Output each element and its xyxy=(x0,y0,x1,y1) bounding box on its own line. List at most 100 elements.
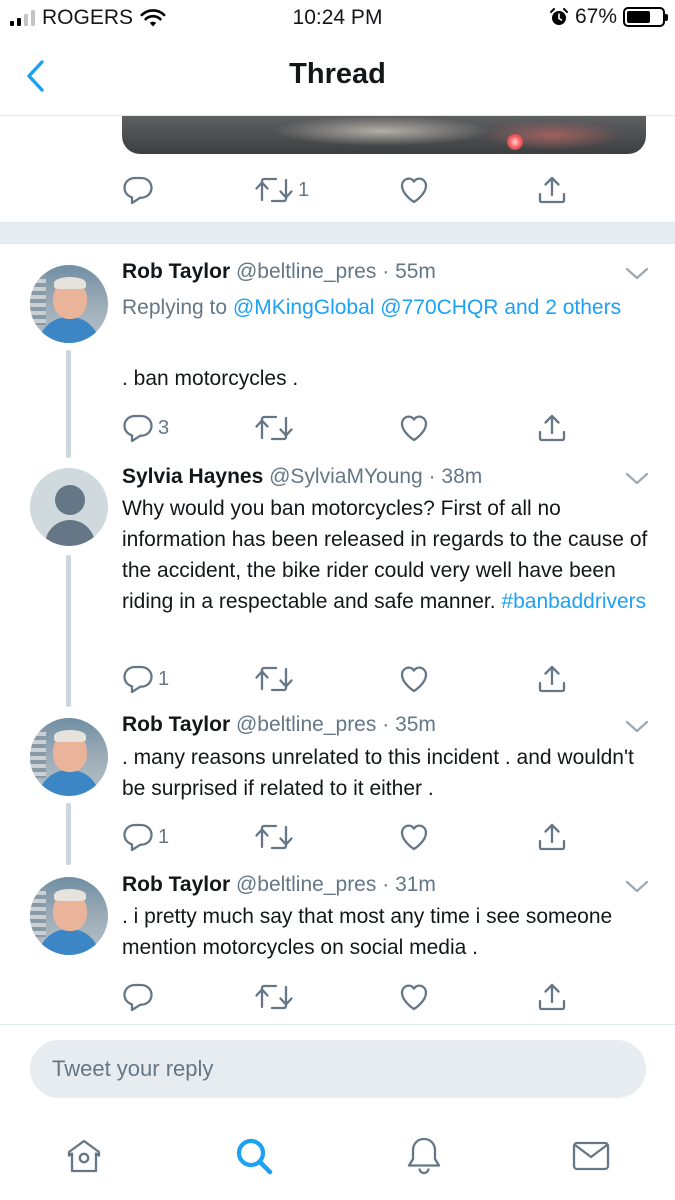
tweet-media-image[interactable] xyxy=(122,116,646,154)
share-icon xyxy=(536,663,568,695)
status-bar: ROGERS 10:24 PM 67% xyxy=(0,0,675,36)
author-handle: @SylviaMYoung xyxy=(269,465,423,488)
tweet-actions: 3 xyxy=(122,410,582,446)
tweet-time: 31m xyxy=(395,873,436,896)
tab-home[interactable] xyxy=(62,1134,106,1178)
reply-button[interactable] xyxy=(122,172,154,208)
share-button[interactable] xyxy=(536,819,568,855)
tweet-text: . ban motorcycles . xyxy=(122,367,299,390)
author-name[interactable]: Sylvia Haynes xyxy=(122,465,263,488)
tweet-header: Rob Taylor @beltline_pres · 35m xyxy=(122,713,436,737)
reply-button[interactable] xyxy=(122,979,154,1015)
battery-fill xyxy=(627,11,650,23)
reply-input[interactable] xyxy=(30,1040,646,1098)
tweet-time: 55m xyxy=(395,260,436,283)
retweet-button[interactable] xyxy=(254,410,294,446)
like-button[interactable] xyxy=(398,661,430,697)
share-icon xyxy=(536,174,568,206)
reply-button[interactable]: 1 xyxy=(122,661,169,697)
share-button[interactable] xyxy=(536,979,568,1015)
reply-icon xyxy=(122,821,154,853)
time-separator: · xyxy=(382,260,390,283)
retweet-icon xyxy=(254,663,294,695)
author-name[interactable]: Rob Taylor xyxy=(122,873,230,896)
author-handle: @beltline_pres xyxy=(235,260,377,283)
thread-connector xyxy=(66,803,71,865)
retweet-button[interactable] xyxy=(254,661,294,697)
tweet-actions: 1 xyxy=(122,661,582,697)
tab-notifications[interactable] xyxy=(402,1134,446,1178)
page-title: Thread xyxy=(289,58,386,90)
thread-connector xyxy=(66,555,71,707)
alarm-icon xyxy=(549,8,568,25)
home-icon xyxy=(67,1139,101,1173)
replying-to-label: Replying to xyxy=(122,296,233,319)
avatar[interactable] xyxy=(30,718,108,796)
reply-button[interactable]: 1 xyxy=(122,819,169,855)
tab-messages[interactable] xyxy=(569,1134,613,1178)
reply-compose-box[interactable] xyxy=(30,1040,646,1098)
share-button[interactable] xyxy=(536,410,568,446)
like-button[interactable] xyxy=(398,979,430,1015)
notifications-icon xyxy=(407,1137,441,1175)
author-handle: @beltline_pres xyxy=(235,713,377,736)
tweet-actions xyxy=(122,979,582,1015)
tweet-actions: 1 xyxy=(122,819,582,855)
author-name[interactable]: Rob Taylor xyxy=(122,260,230,283)
retweet-icon xyxy=(254,412,294,444)
retweet-button[interactable] xyxy=(254,979,294,1015)
tweet-time: 35m xyxy=(395,713,436,736)
reply-others-link[interactable]: and 2 others xyxy=(498,296,621,319)
like-icon xyxy=(398,821,430,853)
tweet-header: Sylvia Haynes @SylviaMYoung · 38m xyxy=(122,465,482,489)
chevron-down-icon[interactable] xyxy=(625,266,649,282)
like-icon xyxy=(398,412,430,444)
parent-tweet-actions: 1 xyxy=(122,172,582,208)
retweet-icon xyxy=(254,821,294,853)
messages-icon xyxy=(572,1141,610,1171)
share-button[interactable] xyxy=(536,172,568,208)
author-handle: @beltline_pres xyxy=(235,873,377,896)
chevron-down-icon[interactable] xyxy=(625,879,649,895)
search-icon xyxy=(236,1138,273,1175)
hashtag-link[interactable]: #banbaddrivers xyxy=(501,590,646,613)
author-name[interactable]: Rob Taylor xyxy=(122,713,230,736)
time-separator: · xyxy=(382,713,390,736)
tab-search[interactable] xyxy=(232,1134,276,1178)
reply-icon xyxy=(122,663,154,695)
tweet-text: . many reasons unrelated to this inciden… xyxy=(122,746,634,800)
retweet-button[interactable]: 1 xyxy=(254,172,309,208)
compose-divider xyxy=(0,1024,675,1025)
reply-mentions[interactable]: @MKingGlobal @770CHQR xyxy=(233,296,499,319)
chevron-down-icon[interactable] xyxy=(625,719,649,735)
share-icon xyxy=(536,821,568,853)
retweet-icon xyxy=(254,174,294,206)
avatar[interactable] xyxy=(30,877,108,955)
chevron-down-icon[interactable] xyxy=(625,471,649,487)
tweet-text: . i pretty much say that most any time i… xyxy=(122,905,613,959)
like-button[interactable] xyxy=(398,172,430,208)
tab-bar xyxy=(0,1110,675,1200)
battery-icon xyxy=(623,7,668,27)
retweet-count: 1 xyxy=(298,178,310,201)
reply-count: 1 xyxy=(158,667,170,690)
tweet-header: Rob Taylor @beltline_pres · 55m xyxy=(122,260,436,284)
reply-button[interactable]: 3 xyxy=(122,410,169,446)
nav-header: Thread xyxy=(0,36,675,116)
reply-count: 1 xyxy=(158,825,170,848)
reply-count: 3 xyxy=(158,416,170,439)
like-button[interactable] xyxy=(398,410,430,446)
tweet-time: 38m xyxy=(441,465,483,488)
battery-percent: 67% xyxy=(574,5,617,28)
thread-connector xyxy=(66,350,71,458)
like-button[interactable] xyxy=(398,819,430,855)
avatar[interactable] xyxy=(30,265,108,343)
share-icon xyxy=(536,981,568,1013)
section-divider xyxy=(0,222,675,244)
share-button[interactable] xyxy=(536,661,568,697)
tweet-text: Why would you ban motorcycles? First of … xyxy=(122,493,657,617)
avatar-default[interactable] xyxy=(30,468,108,546)
retweet-button[interactable] xyxy=(254,819,294,855)
like-icon xyxy=(398,981,430,1013)
time-separator: · xyxy=(382,873,390,896)
